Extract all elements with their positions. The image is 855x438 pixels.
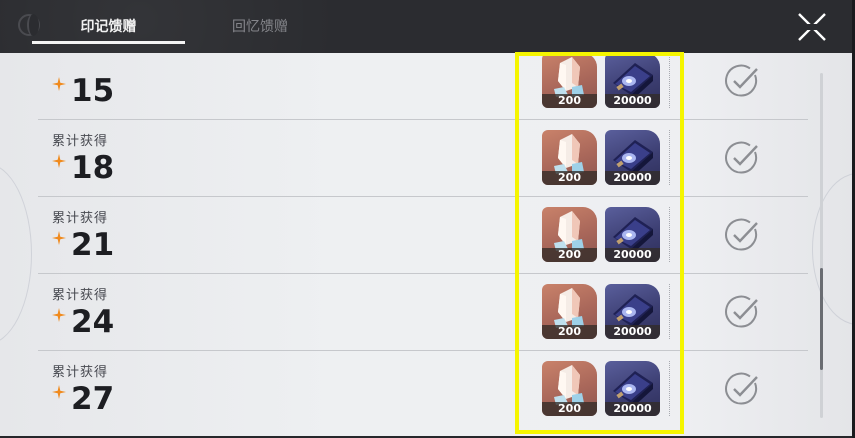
- milestone-count: 24: [71, 304, 115, 340]
- reward-quantity: 20000: [605, 248, 660, 262]
- reward-item[interactable]: 200: [542, 130, 597, 185]
- active-tab-indicator: [32, 41, 185, 44]
- claimed-check-icon: [725, 372, 758, 405]
- milestone-count: 15: [71, 73, 115, 109]
- reward-item[interactable]: 20000: [605, 53, 660, 108]
- reward-quantity: 200: [542, 171, 597, 185]
- row-label: 累计获得: [52, 134, 109, 149]
- reward-item[interactable]: 200: [542, 361, 597, 416]
- list-item: 累计获得 24 200 20000: [38, 274, 808, 351]
- milestone-count: 21: [71, 227, 115, 263]
- list-item: 累计获得 18 200 20000: [38, 120, 808, 197]
- reward-quantity: 20000: [605, 94, 660, 108]
- tab-imprint-gifts[interactable]: 印记馈赠: [32, 18, 185, 36]
- claimed-check-icon: [725, 295, 758, 328]
- reward-quantity: 200: [542, 402, 597, 416]
- reward-item[interactable]: 20000: [605, 130, 660, 185]
- reward-quantity: 200: [542, 325, 597, 339]
- reward-quantity: 200: [542, 94, 597, 108]
- reward-item[interactable]: 200: [542, 53, 597, 108]
- divider: [669, 53, 671, 108]
- reward-item[interactable]: 200: [542, 207, 597, 262]
- claimed-check-icon: [725, 64, 758, 97]
- divider: [669, 130, 671, 185]
- reward-quantity: 20000: [605, 171, 660, 185]
- scrollbar-thumb[interactable]: [820, 268, 823, 370]
- list-item: 累计获得 21 200 20000: [38, 197, 808, 274]
- tab-memory-gifts[interactable]: 回忆馈赠: [232, 18, 288, 36]
- reward-window: 印记馈赠 回忆馈赠 15 200 20000 累计获得 18 200 20000…: [0, 0, 855, 438]
- divider: [669, 361, 671, 416]
- row-label: 累计获得: [52, 288, 109, 303]
- row-label: 累计获得: [52, 365, 109, 380]
- reward-list[interactable]: 15 200 20000 累计获得 18 200 20000 累计获得 21 2…: [0, 53, 852, 436]
- reward-item[interactable]: 200: [542, 284, 597, 339]
- top-bar: 印记馈赠 回忆馈赠: [0, 0, 855, 53]
- reward-quantity: 20000: [605, 325, 660, 339]
- list-item: 15 200 20000: [38, 53, 808, 120]
- reward-quantity: 20000: [605, 402, 660, 416]
- claimed-check-icon: [725, 141, 758, 174]
- close-icon[interactable]: [793, 8, 831, 46]
- star-icon: [52, 154, 66, 168]
- reward-item[interactable]: 20000: [605, 284, 660, 339]
- milestone-count: 18: [71, 150, 115, 186]
- reward-quantity: 200: [542, 248, 597, 262]
- list-item: 累计获得 27 200 20000: [38, 351, 808, 428]
- row-label: 累计获得: [52, 211, 109, 226]
- star-icon: [52, 231, 66, 245]
- divider: [669, 284, 671, 339]
- divider: [669, 207, 671, 262]
- milestone-count: 27: [71, 381, 115, 417]
- decorative-ring: [0, 163, 32, 345]
- claimed-check-icon: [725, 218, 758, 251]
- star-icon: [52, 385, 66, 399]
- star-icon: [52, 308, 66, 322]
- decorative-ring: [812, 173, 852, 325]
- star-icon: [52, 77, 66, 91]
- reward-item[interactable]: 20000: [605, 361, 660, 416]
- reward-item[interactable]: 20000: [605, 207, 660, 262]
